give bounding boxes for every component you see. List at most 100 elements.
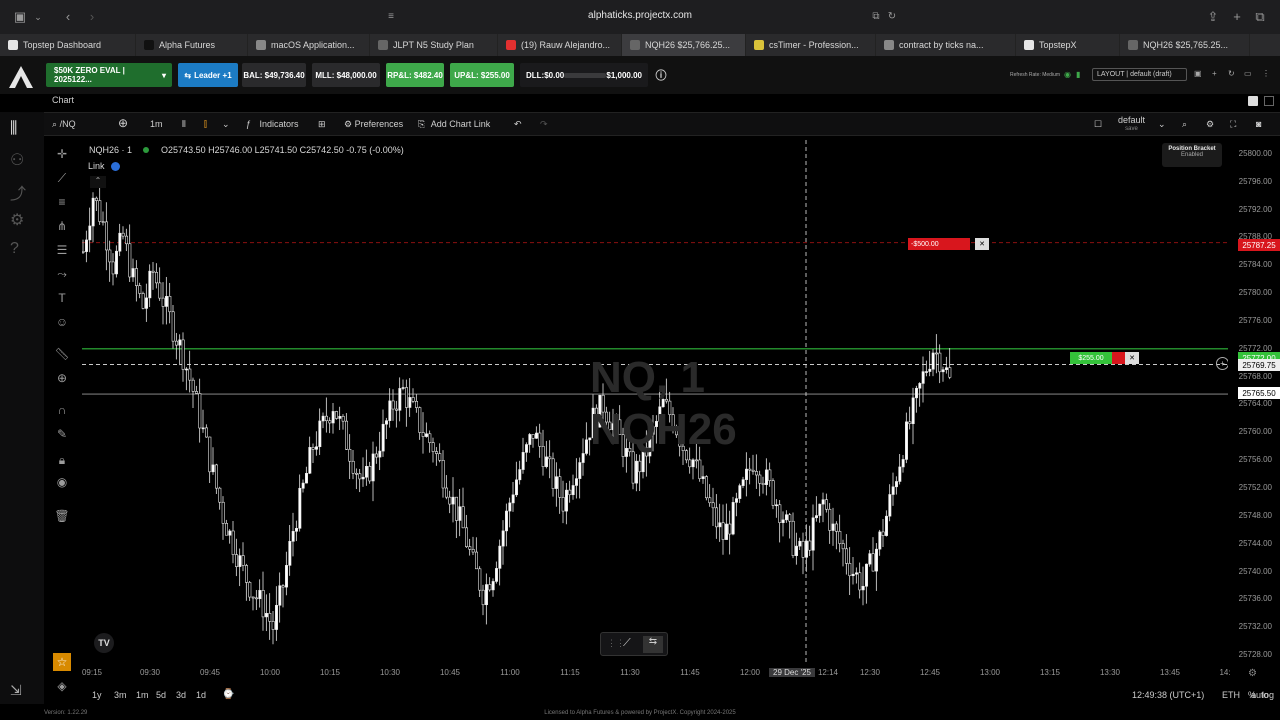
browser-tab[interactable]: macOS Application... (248, 34, 370, 56)
maximize-panel-icon[interactable] (1264, 96, 1274, 106)
rpl-badge: RP&L: $482.40 (386, 63, 444, 87)
reload-icon[interactable]: ↻ (884, 9, 900, 25)
preferences-button[interactable]: ⚙ Preferences (344, 119, 403, 130)
interval-button[interactable]: 1m (150, 119, 163, 129)
browser-tab[interactable]: (19) Rauw Alejandro... (498, 34, 622, 56)
stop-order-tag[interactable]: -$500.00 (908, 238, 970, 250)
position-pnl-tag[interactable]: $255.00 (1070, 352, 1112, 364)
layout-selector[interactable]: LAYOUT | default (draft) (1092, 68, 1187, 81)
lock-icon[interactable]: 🔒︎ (54, 452, 70, 468)
cancel-stop-icon[interactable]: ✕ (975, 238, 989, 250)
projection-icon[interactable]: ⤳ (54, 266, 70, 282)
trendline-icon[interactable]: ⟋ (54, 170, 70, 186)
magnet-icon[interactable]: ∩ (54, 402, 70, 418)
logout-icon[interactable]: ⇲ (10, 682, 22, 699)
pattern-icon[interactable]: ⋔ (54, 218, 70, 234)
candle-body (408, 397, 412, 408)
candles-icon[interactable]: ⫿ (204, 119, 207, 130)
range-button[interactable]: 1d (196, 690, 206, 700)
price-axis[interactable]: 25728.00 25732.00 25736.00 25740.00 25744.00… (1228, 140, 1280, 662)
browser-tab[interactable]: NQH26 $25,766.25... (622, 34, 746, 56)
save-layout-icon[interactable]: ▣ (1194, 69, 1202, 78)
zoom-icon[interactable]: ⌕ (1182, 119, 1187, 130)
range-button[interactable]: 5d (156, 690, 166, 700)
candle-body (301, 482, 305, 489)
browser-tab[interactable]: TopstepX (1016, 34, 1120, 56)
measure-tool-icon[interactable]: ⇆ (643, 636, 663, 653)
compare-symbol-icon[interactable]: ⊕ (118, 116, 128, 130)
browser-tab[interactable]: Topstep Dashboard (0, 34, 136, 56)
candle (768, 462, 772, 487)
settings-icon[interactable]: ⋮ (1262, 69, 1270, 78)
range-button[interactable]: 1y (92, 690, 102, 700)
session-toggle[interactable]: ETH (1222, 690, 1240, 700)
fib-icon[interactable]: ☰ (54, 242, 70, 258)
chart-nav-icon[interactable]: ⫼ (10, 120, 17, 138)
time-axis[interactable]: 09:15 09:30 09:45 10:00 10:15 10:30 10:45 11:00… (82, 662, 1231, 684)
camera-icon[interactable]: ◙ (1256, 119, 1261, 129)
position-bracket-panel[interactable]: Position Bracket Enabled (1162, 143, 1222, 167)
translate-icon[interactable]: ⧉ (868, 9, 884, 25)
chevron-down-icon[interactable]: ⌄ (222, 119, 230, 130)
refresh-icon[interactable]: ↻ (1228, 69, 1235, 78)
settings-nav-icon[interactable]: ⚙ (10, 210, 24, 230)
crosshair-icon[interactable]: ✛ (54, 146, 70, 162)
chevron-down-icon[interactable]: ⌄ (1158, 119, 1166, 130)
add-chart-link-label: Add Chart Link (430, 119, 491, 129)
browser-tab[interactable]: Alpha Futures (136, 34, 248, 56)
template-checkbox[interactable]: ☐ (1094, 119, 1102, 130)
price-tick: 25792.00 (1238, 204, 1272, 214)
info-icon[interactable]: ⓘ (654, 63, 668, 87)
candle (575, 458, 578, 499)
close-position-icon[interactable]: ✕ (1125, 352, 1139, 364)
leader-button[interactable]: ⇆ Leader +1 (178, 63, 238, 87)
flatten-position-button[interactable] (1112, 352, 1126, 364)
browser-tab[interactable]: contract by ticks na... (876, 34, 1016, 56)
auto-toggle[interactable]: auto (1251, 690, 1269, 700)
star-icon[interactable]: ☆ (53, 653, 71, 671)
candle-body (508, 502, 512, 512)
add-chart-link-button[interactable]: ⎘ Add Chart Link (418, 119, 490, 130)
users-nav-icon[interactable]: ⚇ (10, 150, 24, 170)
add-panel-icon[interactable] (1248, 96, 1258, 106)
fullscreen-icon[interactable]: ⛶ (1230, 119, 1236, 130)
chart-link[interactable]: Link (88, 161, 121, 172)
browser-tab[interactable]: csTimer - Profession... (746, 34, 876, 56)
range-button[interactable]: 1m (136, 690, 149, 700)
candle-body (331, 411, 335, 424)
emoji-icon[interactable]: ☺ (54, 314, 70, 330)
ruler-icon[interactable]: 📏︎ (54, 346, 70, 362)
range-button[interactable]: 3m (114, 690, 127, 700)
redo-icon[interactable]: ↷ (540, 119, 548, 130)
gear-icon[interactable]: ⚙ (1206, 119, 1214, 130)
bar-style-icon[interactable]: ⫴ (182, 119, 186, 130)
eye-icon[interactable]: ◉ (54, 474, 70, 490)
new-tab-icon[interactable]: + (1229, 9, 1245, 25)
help-nav-icon[interactable]: ? (10, 240, 19, 258)
layouts-grid-icon[interactable]: ⊞ (318, 119, 326, 130)
tab-overview-icon[interactable]: ⧉ (1252, 9, 1268, 25)
template-selector[interactable]: default save (1118, 116, 1145, 134)
text-icon[interactable]: T (54, 290, 70, 306)
account-selector[interactable]: $50K ZERO EVAL | 2025122... ▾ (46, 63, 172, 87)
zoom-in-icon[interactable]: ⊕ (54, 370, 70, 386)
undo-icon[interactable]: ↶ (514, 119, 522, 130)
collapse-legend-icon[interactable]: ⌃ (90, 176, 106, 188)
browser-tab[interactable]: JLPT N5 Study Plan (370, 34, 498, 56)
minimize-icon[interactable]: ▭ (1244, 69, 1252, 78)
line-tool-icon[interactable]: ⟋ (623, 637, 631, 650)
url-field[interactable]: alphaticks.projectx.com (0, 10, 1280, 21)
trades-nav-icon[interactable]: ⤴ (10, 180, 26, 204)
date-range-icon[interactable]: ⌚ (222, 689, 234, 700)
browser-tab[interactable]: NQH26 $25,765.25... (1120, 34, 1250, 56)
time-settings-icon[interactable]: ⚙ (1248, 668, 1257, 679)
add-icon[interactable]: + (1212, 69, 1217, 78)
pencil-icon[interactable]: ✎ (54, 426, 70, 442)
symbol-search[interactable]: ⌕ /NQ (52, 119, 76, 130)
trash-icon[interactable]: 🗑︎ (54, 508, 70, 524)
range-button[interactable]: 3d (176, 690, 186, 700)
horizontal-lines-icon[interactable]: ≡ (54, 194, 70, 210)
layers-icon[interactable]: ◈ (54, 678, 70, 694)
share-icon[interactable]: ⇪ (1205, 9, 1221, 25)
indicators-button[interactable]: ƒ Indicators (246, 119, 299, 129)
